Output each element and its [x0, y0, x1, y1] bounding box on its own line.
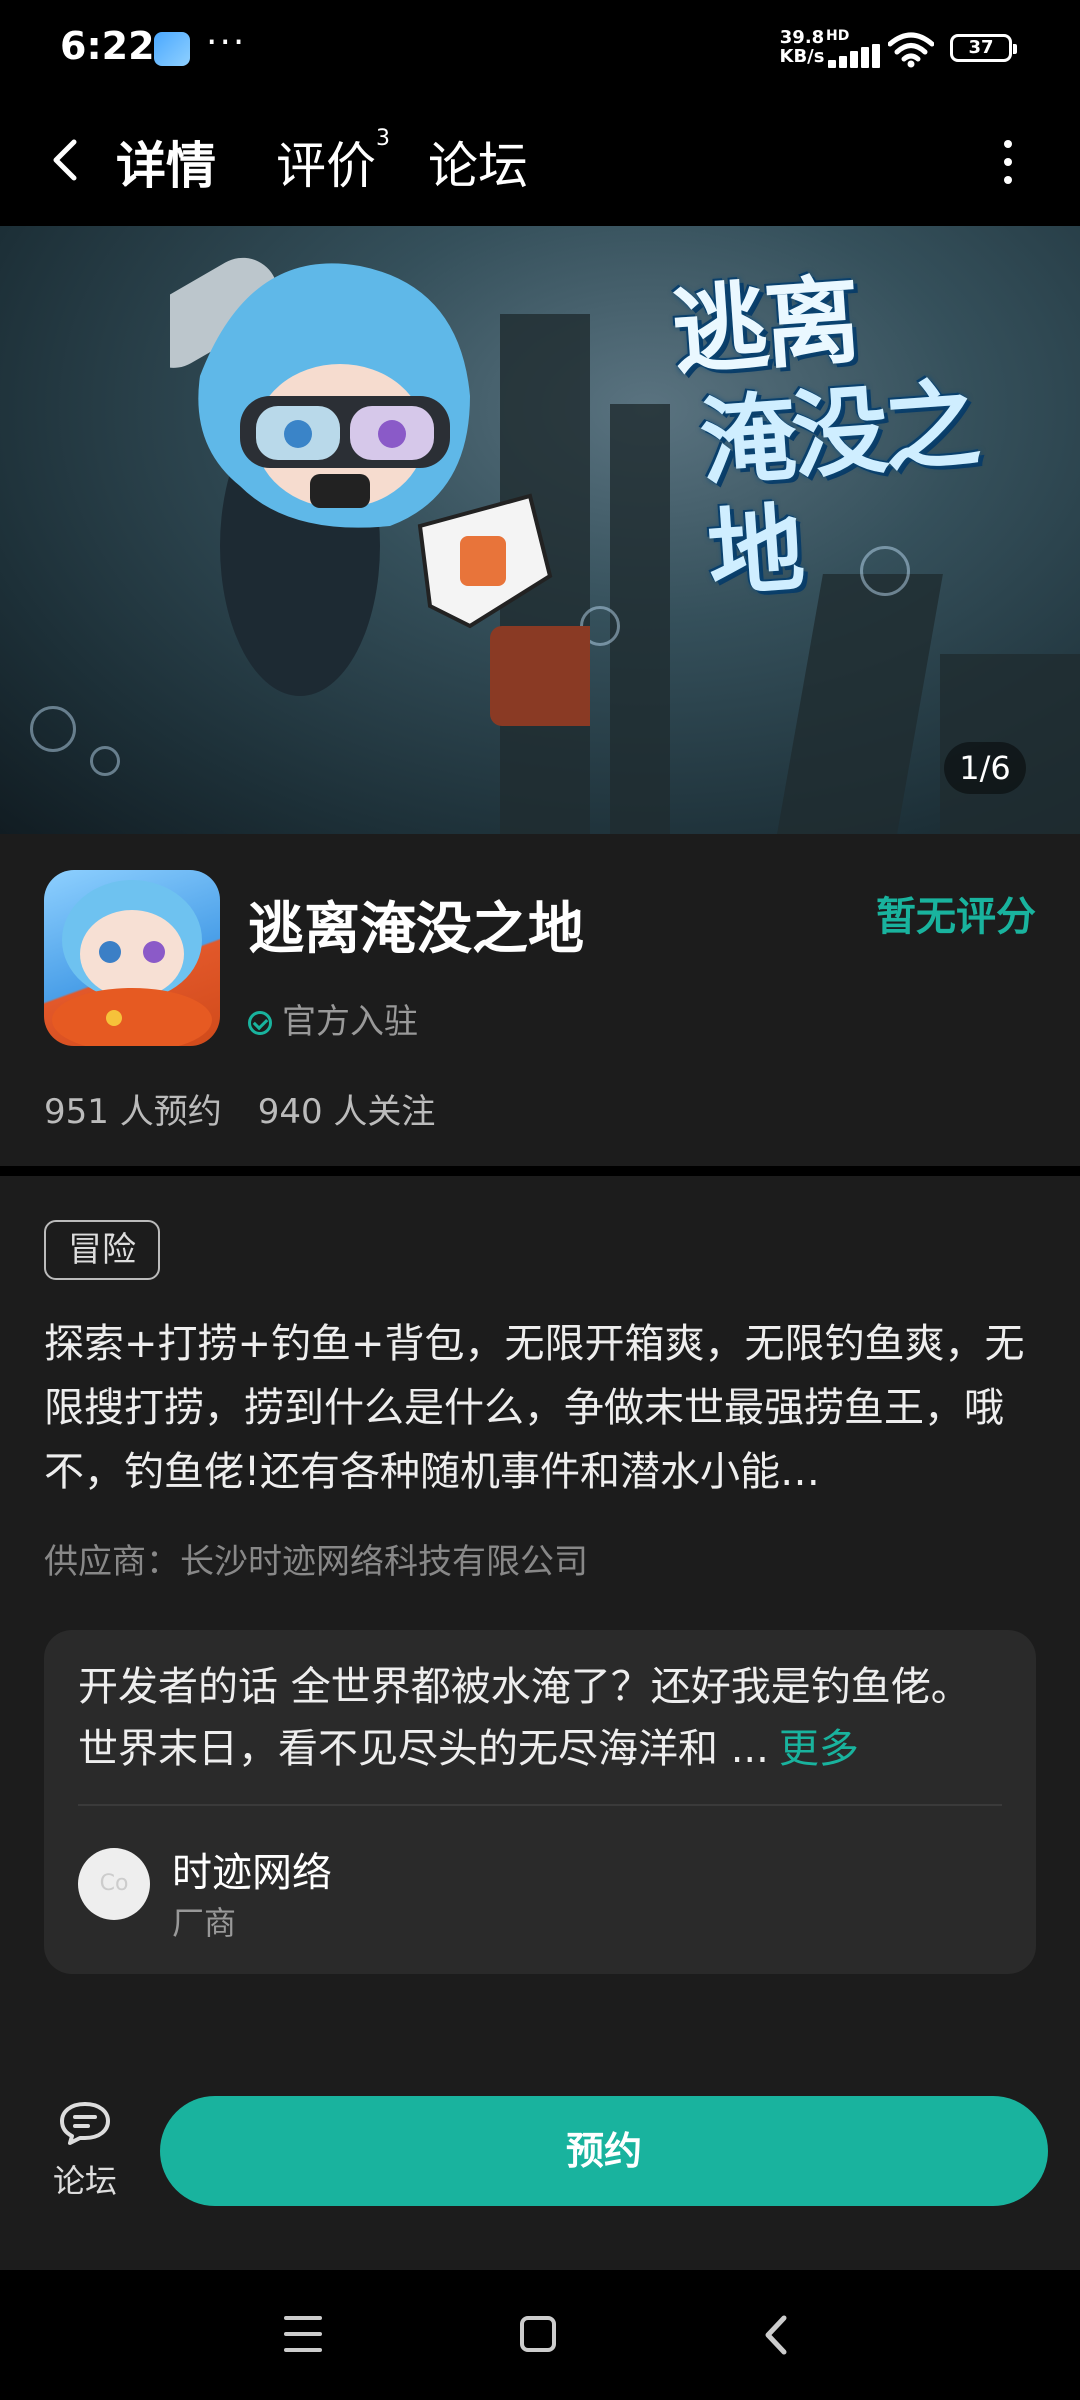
network-speed-unit: KB/s — [779, 46, 825, 67]
more-link[interactable]: 更多 — [779, 1726, 859, 1772]
forum-button-label: 论坛 — [52, 2162, 117, 2200]
more-menu-icon[interactable] — [998, 140, 1018, 190]
developer-words[interactable]: 开发者的话 全世界都被水淹了？还好我是钓鱼佬。世界末日，看不见尽头的无尽海洋和 … — [78, 1656, 978, 1780]
network-speed-value: 39.8 — [779, 27, 825, 48]
forum-button[interactable]: 论坛 — [40, 2100, 130, 2210]
tab-reviews[interactable]: 评价3 — [276, 126, 390, 198]
review-count-badge: 3 — [376, 126, 390, 152]
bubble-decoration — [30, 706, 76, 752]
section-divider — [0, 1166, 1080, 1176]
app-icon — [44, 870, 220, 1046]
home-icon[interactable] — [520, 2316, 556, 2352]
reserve-button[interactable]: 预约 — [160, 2096, 1048, 2206]
game-description[interactable]: 探索+打捞+钓鱼+背包，无限开箱爽，无限钓鱼爽，无限搜打捞，捞到什么是什么，争做… — [44, 1312, 1036, 1504]
bubble-decoration — [90, 746, 120, 776]
screenshot-carousel[interactable]: 逃离 淹没之地 1/6 — [0, 226, 1080, 834]
wifi-icon — [888, 32, 934, 68]
tab-details-label: 详情 — [116, 137, 216, 195]
app-icon-art — [52, 880, 212, 1046]
ruins-decoration — [777, 574, 943, 834]
genre-tag[interactable]: 冒险 — [44, 1220, 160, 1280]
notification-app-icon — [154, 32, 190, 66]
banner-title-line2: 淹没之地 — [696, 368, 980, 611]
developer-card: 开发者的话 全世界都被水淹了？还好我是钓鱼佬。世界末日，看不见尽头的无尽海洋和 … — [44, 1630, 1036, 1974]
tab-forum[interactable]: 论坛 — [428, 126, 528, 198]
supplier-info: 供应商：长沙时迹网络科技有限公司 — [44, 1542, 588, 1582]
follower-count: 940 人关注 — [257, 1092, 436, 1132]
status-bar: 6:22 ··· 39.8 KB/s HD 37 — [0, 0, 1080, 100]
hd-indicator: HD — [826, 28, 850, 44]
app-info-section: 逃离淹没之地 官方入驻 暂无评分 951 人预约 940 人关注 — [0, 834, 1080, 1166]
system-nav-bar — [0, 2270, 1080, 2400]
official-badge: 官方入驻 — [248, 994, 418, 1043]
battery-icon: 37 — [950, 34, 1017, 62]
system-back-icon[interactable] — [756, 2310, 796, 2360]
chat-bubble-icon — [60, 2102, 110, 2145]
back-button[interactable] — [44, 130, 84, 190]
card-divider — [78, 1804, 1002, 1806]
more-notifications-icon: ··· — [206, 22, 247, 63]
network-speed: 39.8 KB/s — [774, 28, 830, 66]
tab-details[interactable]: 详情 — [116, 126, 216, 198]
top-nav: 详情 评价3 论坛 — [0, 100, 1080, 226]
verified-check-icon — [248, 1011, 272, 1035]
reservation-count: 951 人预约 — [44, 1092, 222, 1132]
developer-name[interactable]: 时迹网络 — [172, 1840, 332, 1898]
status-time: 6:22 — [60, 24, 155, 68]
banner-game-title: 逃离 淹没之地 — [669, 252, 1052, 612]
description-section: 冒险 探索+打捞+钓鱼+背包，无限开箱爽，无限钓鱼爽，无限搜打捞，捞到什么是什么… — [0, 1176, 1080, 2098]
banner-title-line1: 逃离 — [668, 264, 861, 389]
developer-role: 厂商 — [172, 1904, 237, 1942]
app-name: 逃离淹没之地 — [248, 897, 584, 962]
rating-status: 暂无评分 — [876, 894, 1036, 940]
tab-reviews-label: 评价 — [276, 137, 376, 195]
developer-avatar[interactable]: Co — [78, 1848, 150, 1920]
bottom-action-bar: 论坛 预约 — [0, 2016, 1080, 2270]
app-stats: 951 人预约 940 人关注 — [44, 1084, 435, 1133]
diver-character-art — [170, 257, 590, 726]
official-badge-label: 官方入驻 — [282, 1002, 418, 1042]
tab-forum-label: 论坛 — [428, 137, 528, 195]
signal-icon — [828, 44, 880, 68]
recent-apps-icon[interactable] — [284, 2316, 322, 2352]
carousel-counter: 1/6 — [944, 742, 1026, 794]
